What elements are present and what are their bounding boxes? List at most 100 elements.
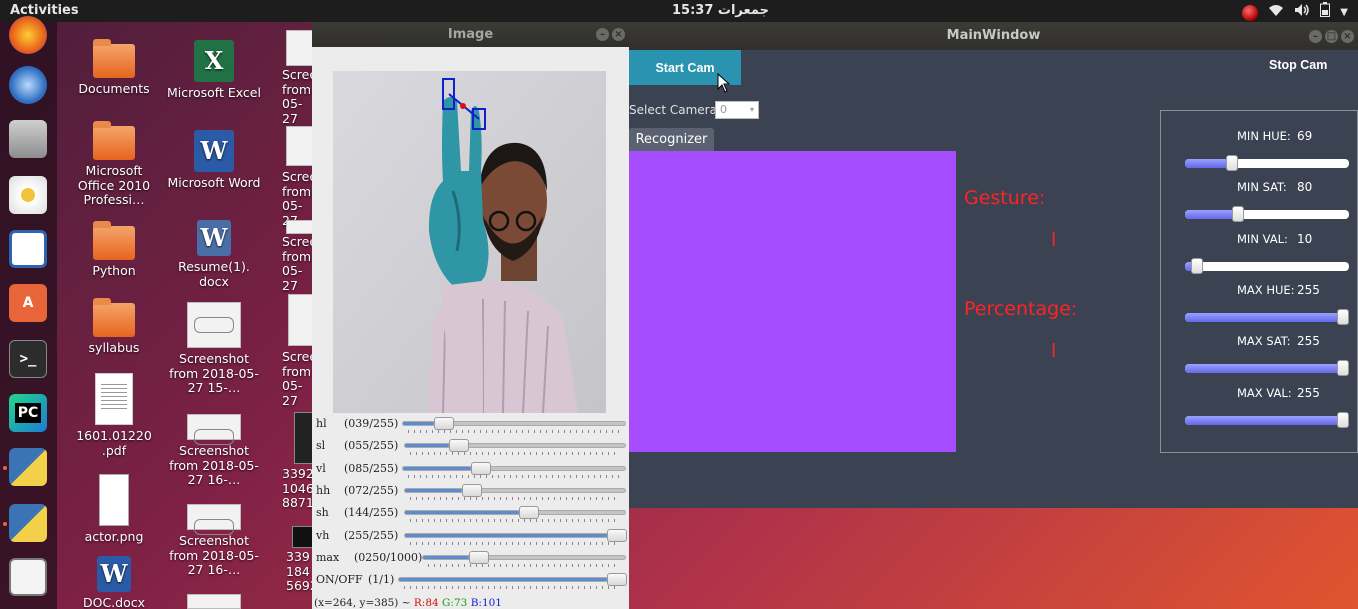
trackbar-hl[interactable]: hl (039/255) (312, 414, 629, 436)
trackbar-sl[interactable]: sl (055/255) (312, 436, 629, 458)
desktop-icon-documents[interactable]: Documents (66, 39, 162, 97)
image-thumbnail[interactable] (294, 412, 312, 464)
desktop-icon-word[interactable]: W Microsoft Word (166, 130, 262, 191)
pycharm-icon[interactable]: PC (9, 394, 47, 432)
stop-cam-button[interactable]: Stop Cam (1269, 58, 1327, 72)
trackbar-handle[interactable] (519, 506, 540, 520)
hsv-slider-label: MAX VAL: (1237, 385, 1292, 400)
hsv-slider-handle[interactable] (1232, 206, 1245, 223)
trackbar-handle[interactable] (469, 550, 489, 564)
screenshot-thumbnail[interactable] (286, 30, 312, 66)
desktop-icon-label: 1601.01220 .pdf (76, 428, 152, 458)
trackbar-handle[interactable] (434, 417, 455, 430)
camera-feed[interactable] (333, 71, 606, 413)
screenshot-thumbnail[interactable] (187, 594, 241, 609)
python-icon[interactable] (9, 504, 47, 542)
thunderbird-icon[interactable] (9, 66, 47, 104)
desktop-icon-screenshot-2[interactable]: Screenshot from 2018-05-27 16-… (166, 414, 262, 488)
image-thumbnail[interactable] (292, 526, 312, 548)
files-icon[interactable] (9, 120, 47, 158)
trackbar-groove[interactable] (398, 573, 627, 587)
firefox-icon[interactable] (9, 16, 47, 54)
trackbar-groove[interactable] (404, 528, 627, 542)
screenshot-thumbnail[interactable] (286, 126, 312, 166)
folder-icon (93, 298, 135, 337)
writer-icon[interactable] (9, 230, 47, 268)
tab-recognizer[interactable]: Recognizer (629, 128, 714, 151)
minimize-icon[interactable]: – (596, 28, 609, 41)
trackbar-handle[interactable] (607, 573, 627, 587)
trackbar-handle[interactable] (470, 461, 491, 475)
hsv-slider[interactable] (1185, 257, 1349, 274)
main-window-titlebar[interactable]: MainWindow – □ × (629, 22, 1358, 50)
battery-icon[interactable] (1320, 2, 1331, 23)
desktop-icon-pdf[interactable]: 1601.01220 .pdf (66, 373, 162, 458)
close-icon[interactable]: × (612, 28, 625, 41)
software-center-icon[interactable]: A (9, 284, 47, 322)
trackbar-handle[interactable] (461, 483, 482, 497)
clock[interactable]: 15:37 جمعرات (672, 3, 769, 18)
close-icon[interactable]: × (1341, 30, 1354, 43)
trackbar-groove[interactable] (404, 506, 626, 520)
desktop-icon-office-folder[interactable]: Microsoft Office 2010 Professi… (66, 121, 162, 208)
image-window-titlebar[interactable]: Image – × (312, 22, 629, 47)
hsv-slider-handle[interactable] (1337, 411, 1349, 428)
screenshot-app-icon[interactable] (9, 558, 47, 596)
desktop-icon-syllabus[interactable]: syllabus (66, 298, 162, 356)
system-tray[interactable]: ▼ (1242, 2, 1348, 23)
desktop-icon-label: DOC.docx (82, 595, 146, 609)
pixel-green-value: G:73 (442, 597, 468, 609)
trackbar-max[interactable]: max (0250/1000) (312, 548, 629, 570)
desktop-icon-python[interactable]: Python (66, 221, 162, 279)
hsv-slider-handle[interactable] (1337, 360, 1349, 377)
hsv-slider-fill (1185, 159, 1233, 168)
desktop-icon-doc[interactable]: W DOC.docx (66, 556, 162, 609)
screenshot-thumbnail[interactable] (288, 294, 312, 346)
hsv-slider-value: 69 (1297, 129, 1313, 143)
maximize-icon[interactable]: □ (1325, 30, 1338, 43)
camera-select[interactable]: 0 ▾ (715, 101, 759, 119)
desktop-icon-screenshot-1[interactable]: Screenshot from 2018-05-27 15-… (166, 302, 262, 396)
folder-icon (93, 121, 135, 160)
trackbar-handle[interactable] (448, 439, 469, 453)
trackbar-groove[interactable] (422, 550, 626, 564)
hsv-slider[interactable] (1185, 360, 1349, 377)
wifi-icon[interactable] (1268, 3, 1284, 23)
hsv-slider-handle[interactable] (1191, 257, 1204, 274)
hsv-slider[interactable] (1185, 308, 1349, 325)
hsv-slider[interactable] (1185, 206, 1349, 223)
trackbar-groove[interactable] (402, 417, 626, 430)
python-icon[interactable] (9, 448, 47, 486)
hsv-slider[interactable] (1185, 155, 1349, 171)
desktop-icon-resume[interactable]: W Resume(1). docx (166, 220, 262, 289)
activities-button[interactable]: Activities (10, 3, 79, 18)
desktop-icon-screenshot-3[interactable]: Screenshot from 2018-05-27 16-… (166, 504, 262, 578)
hsv-slider-handle[interactable] (1226, 155, 1239, 171)
terminal-icon[interactable]: >_ (9, 340, 47, 378)
desktop-icon-actor[interactable]: actor.png (66, 474, 162, 545)
trackbar-sh[interactable]: sh (144/255) (312, 503, 629, 525)
desktop-icon-excel[interactable]: X Microsoft Excel (166, 40, 262, 101)
trackbar-hh[interactable]: hh (072/255) (312, 481, 629, 503)
percentage-label: Percentage: (964, 298, 1078, 320)
trackbar-on-off[interactable]: ON/OFF (1/1) (312, 570, 629, 592)
trackbar-handle[interactable] (607, 528, 627, 542)
chevron-down-icon[interactable]: ▼ (1340, 4, 1348, 22)
screenshot-thumbnail[interactable] (286, 220, 312, 234)
hsv-slider[interactable] (1185, 411, 1349, 428)
hsv-slider-handle[interactable] (1337, 308, 1349, 325)
screenshot-thumbnail (187, 302, 241, 348)
trackbar-groove[interactable] (404, 439, 626, 453)
trackbar-vl[interactable]: vl (085/255) (312, 459, 629, 481)
hsv-slider-label: MIN HUE: (1237, 129, 1291, 143)
gesture-value: l (1051, 229, 1057, 251)
rhythmbox-icon[interactable] (9, 176, 47, 214)
desktop-icon-label: syllabus (88, 340, 140, 355)
trackbar-groove[interactable] (402, 461, 626, 475)
trackbar-groove[interactable] (404, 483, 626, 497)
minimize-icon[interactable]: – (1309, 30, 1322, 43)
volume-icon[interactable] (1294, 3, 1310, 23)
record-icon[interactable] (1242, 4, 1259, 21)
top-bar: Activities 15:37 جمعرات ▼ (0, 0, 1358, 22)
trackbar-vh[interactable]: vh (255/255) (312, 526, 629, 548)
